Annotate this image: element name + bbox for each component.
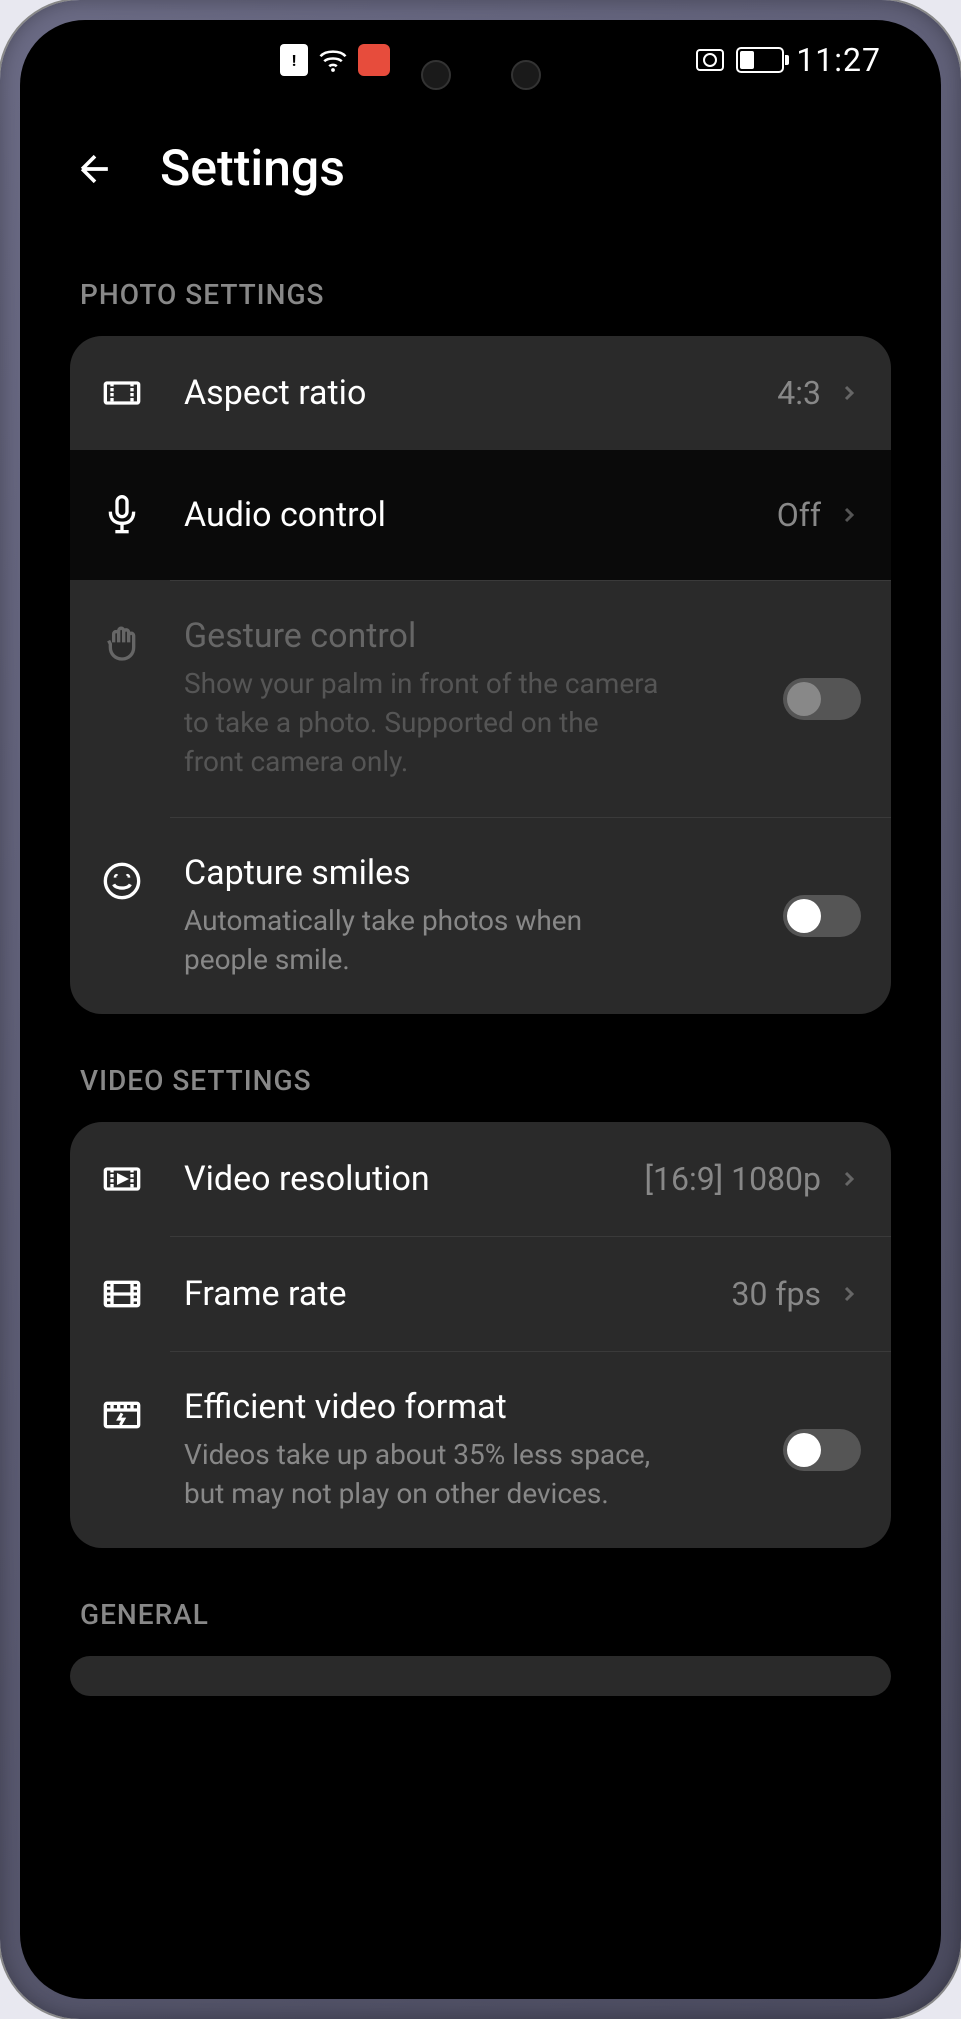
film-icon: [100, 1272, 144, 1316]
alert-icon: !: [280, 44, 308, 76]
video-resolution-row[interactable]: Video resolution [16:9] 1080p: [70, 1122, 891, 1236]
aspect-ratio-label: Aspect ratio: [184, 373, 777, 413]
aspect-ratio-value: 4:3: [777, 374, 821, 412]
efficient-format-row[interactable]: Efficient video format Videos take up ab…: [70, 1352, 891, 1548]
capture-smiles-row[interactable]: Capture smiles Automatically take photos…: [70, 818, 891, 1014]
section-header-general: GENERAL: [20, 1548, 941, 1656]
efficient-format-label: Efficient video format: [184, 1387, 783, 1427]
aspect-ratio-icon: [100, 371, 144, 415]
efficient-format-description: Videos take up about 35% less space, but…: [184, 1435, 664, 1513]
phone-frame: ! 11:27 Sett: [0, 0, 961, 2019]
smile-icon: [100, 859, 144, 903]
efficient-format-icon: [100, 1393, 144, 1437]
page-title: Settings: [160, 140, 345, 198]
screen: ! 11:27 Sett: [20, 20, 941, 1999]
video-resolution-icon: [100, 1157, 144, 1201]
chevron-right-icon: [837, 1282, 861, 1306]
aspect-ratio-row[interactable]: Aspect ratio 4:3: [70, 336, 891, 450]
camera-status-icon: [696, 49, 724, 71]
gesture-control-description: Show your palm in front of the camera to…: [184, 664, 664, 782]
clock: 11:27: [796, 41, 881, 79]
general-settings-card: [70, 1656, 891, 1696]
frame-rate-value: 30 fps: [731, 1275, 821, 1313]
status-bar: ! 11:27: [20, 20, 941, 100]
battery-icon: [736, 47, 784, 73]
back-button[interactable]: [70, 144, 120, 194]
efficient-format-toggle[interactable]: [783, 1429, 861, 1471]
video-settings-card: Video resolution [16:9] 1080p: [70, 1122, 891, 1548]
chevron-right-icon: [837, 503, 861, 527]
section-header-photo: PHOTO SETTINGS: [20, 248, 941, 336]
wifi-icon: [318, 45, 348, 75]
gesture-control-label: Gesture control: [184, 616, 783, 656]
header: Settings: [20, 100, 941, 248]
audio-control-label: Audio control: [184, 495, 777, 535]
capture-smiles-description: Automatically take photos when people sm…: [184, 901, 664, 979]
capture-smiles-label: Capture smiles: [184, 853, 783, 893]
video-resolution-value: [16:9] 1080p: [644, 1160, 821, 1198]
photo-settings-card: Aspect ratio 4:3 Au: [70, 336, 891, 1014]
audio-control-value: Off: [777, 496, 821, 534]
microphone-icon: [100, 493, 144, 537]
frame-rate-row[interactable]: Frame rate 30 fps: [70, 1237, 891, 1351]
video-resolution-label: Video resolution: [184, 1159, 644, 1199]
gesture-control-row: Gesture control Show your palm in front …: [70, 581, 891, 817]
audio-control-row[interactable]: Audio control Off: [70, 450, 891, 580]
chevron-right-icon: [837, 1167, 861, 1191]
app-notification-icon: [358, 44, 390, 76]
notch: [421, 60, 541, 90]
capture-smiles-toggle[interactable]: [783, 895, 861, 937]
gesture-control-toggle: [783, 678, 861, 720]
section-header-video: VIDEO SETTINGS: [20, 1014, 941, 1122]
frame-rate-label: Frame rate: [184, 1274, 731, 1314]
chevron-right-icon: [837, 381, 861, 405]
hand-icon: [100, 622, 144, 666]
